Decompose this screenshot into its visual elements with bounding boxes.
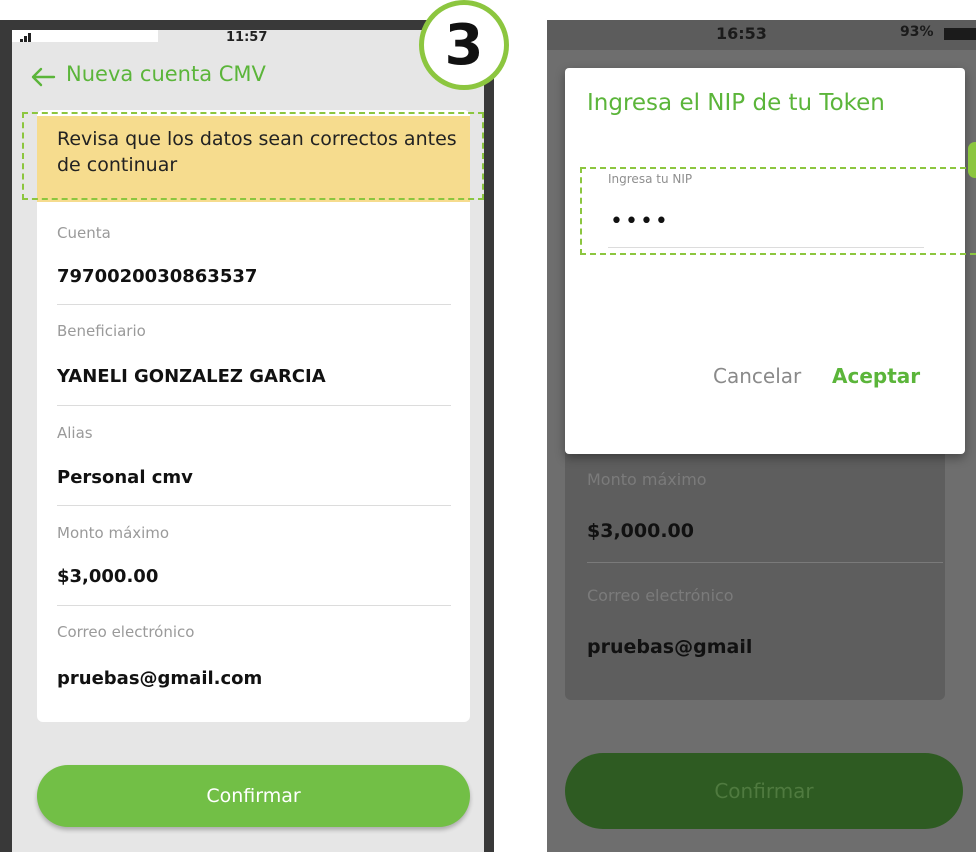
field-value-cuenta: 7970020030863537 bbox=[57, 266, 258, 287]
field-value-alias: Personal cmv bbox=[57, 467, 193, 488]
field-label-cuenta: Cuenta bbox=[57, 224, 111, 242]
field-label-correo: Correo electrónico bbox=[57, 623, 195, 641]
field-label-monto: Monto máximo bbox=[57, 524, 170, 542]
confirm-button[interactable]: Confirmar bbox=[37, 765, 470, 827]
divider bbox=[57, 405, 451, 406]
field-value-monto: $3,000.00 bbox=[587, 520, 694, 542]
step-number-badge: 3 bbox=[419, 0, 509, 90]
cancel-button[interactable]: Cancelar bbox=[713, 364, 801, 388]
signal-icon bbox=[20, 32, 38, 42]
step-badge-partial bbox=[968, 142, 976, 178]
field-label-beneficiario: Beneficiario bbox=[57, 322, 146, 340]
dialog-title: Ingresa el NIP de tu Token bbox=[587, 90, 885, 116]
accept-button[interactable]: Aceptar bbox=[832, 364, 920, 388]
back-arrow-icon[interactable] bbox=[28, 62, 58, 92]
battery-percent: 93% bbox=[900, 24, 934, 40]
divider bbox=[587, 562, 943, 563]
phone-frame-edge bbox=[0, 780, 12, 852]
nip-dialog bbox=[565, 68, 965, 454]
divider bbox=[57, 605, 451, 606]
field-label-correo: Correo electrónico bbox=[587, 586, 734, 605]
highlight-dashed-box bbox=[580, 167, 976, 255]
divider bbox=[57, 505, 451, 506]
field-value-correo: pruebas@gmail bbox=[587, 636, 753, 658]
highlight-dashed-box bbox=[22, 112, 484, 200]
confirm-button-disabled: Confirmar bbox=[565, 753, 963, 829]
field-label-monto: Monto máximo bbox=[587, 470, 707, 489]
field-value-beneficiario: YANELI GONZALEZ GARCIA bbox=[57, 366, 326, 387]
status-time: 16:53 bbox=[716, 24, 767, 43]
divider bbox=[57, 304, 451, 305]
field-value-monto: $3,000.00 bbox=[57, 566, 159, 587]
field-label-alias: Alias bbox=[57, 424, 93, 442]
status-time: 11:57 bbox=[226, 30, 268, 45]
page-title: Nueva cuenta CMV bbox=[66, 62, 266, 86]
battery-icon bbox=[944, 28, 976, 40]
field-value-correo: pruebas@gmail.com bbox=[57, 668, 263, 689]
